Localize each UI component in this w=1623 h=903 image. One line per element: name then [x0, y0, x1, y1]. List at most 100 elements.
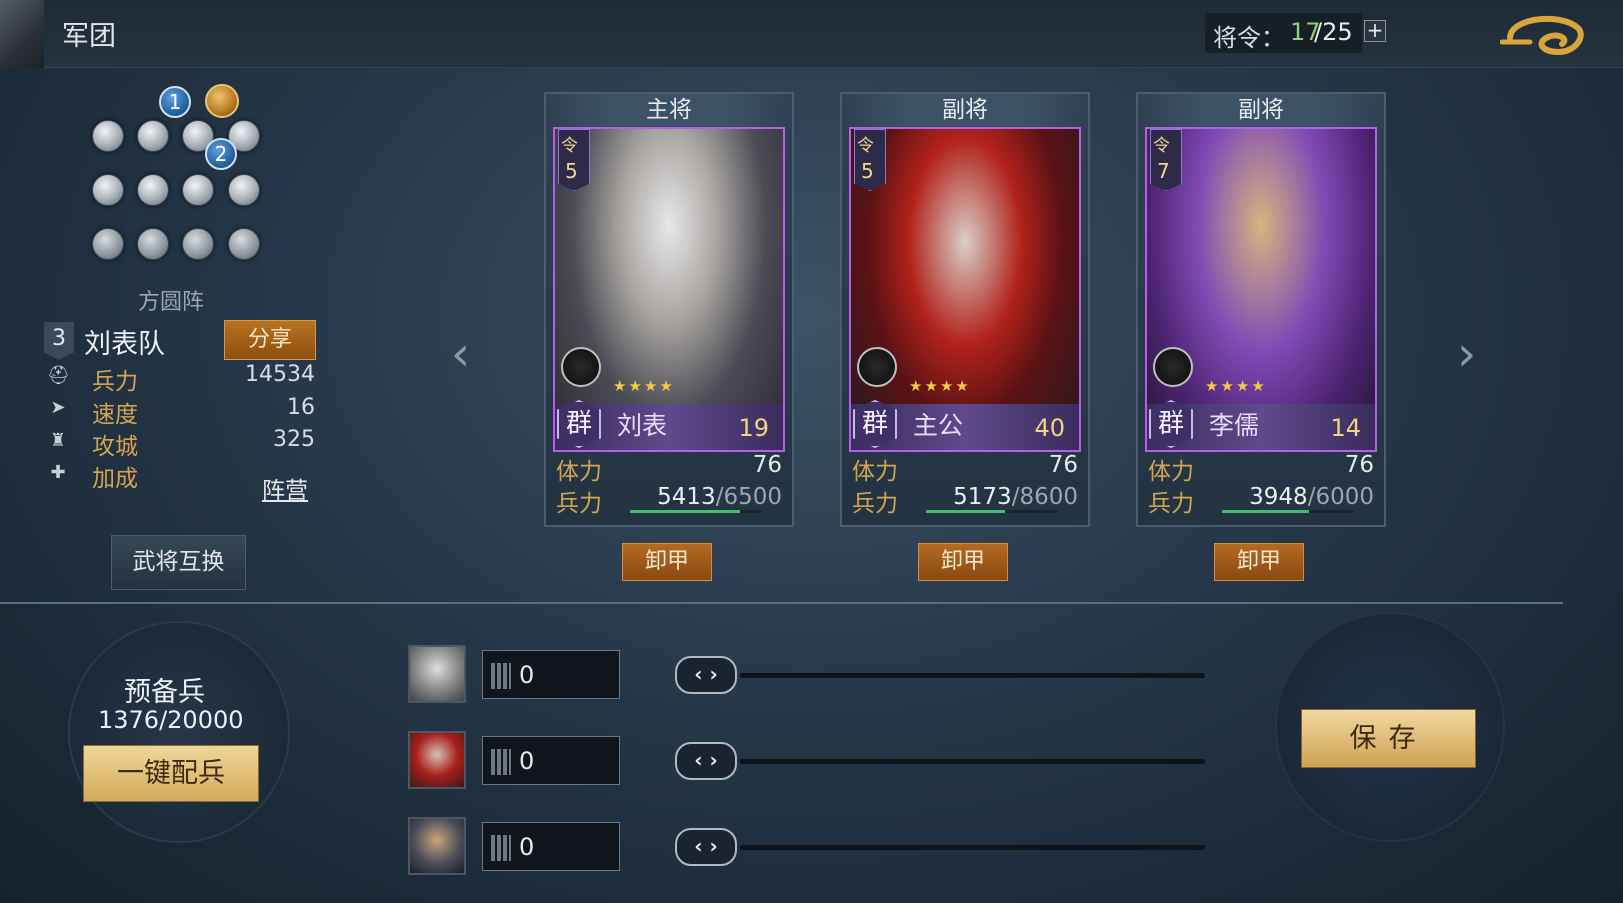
spear-weapon-icon [561, 347, 601, 387]
general-card-vice-1[interactable]: 副将 令 5 ★★★★ 群 主公 40 体力 76 兵力 5173/8600 [840, 92, 1090, 527]
stat-value-siege: 325 [273, 427, 315, 452]
slider-handle[interactable]: ‹ › [675, 828, 737, 866]
card-role-label: 主将 [546, 94, 792, 127]
general-portrait[interactable]: 令 5 ★★★★ 群 刘表 19 [553, 127, 785, 452]
add-orders-button[interactable]: + [1364, 20, 1386, 42]
team-number-badge: 3 [44, 322, 74, 360]
stat-label-troops: 兵力 [92, 369, 138, 395]
troops-row: 兵力 5173/8600 [842, 484, 1088, 517]
troops-current: 3948 [1249, 484, 1308, 510]
slider-handle[interactable]: ‹ › [675, 656, 737, 694]
dragon-emblem-icon [0, 0, 44, 68]
faction-badge: 群 [1149, 400, 1193, 448]
troops-bar-fill [1222, 510, 1310, 513]
troop-quantity-input[interactable]: 0 [482, 822, 620, 871]
troop-quantity-input[interactable]: 0 [482, 650, 620, 699]
formation-slot-cavalry-icon[interactable] [137, 228, 169, 260]
helmet-icon: ⛑ [47, 365, 70, 386]
quantity-value: 0 [519, 833, 535, 861]
leader-badge-icon [205, 84, 239, 118]
cost-value: 5 [861, 159, 874, 183]
troops-label: 兵力 [556, 491, 602, 517]
troops-bar-fill [926, 510, 1006, 513]
spear-weapon-icon [1153, 347, 1193, 387]
formation-slot-spear-icon[interactable] [182, 174, 214, 206]
faction-badge: 群 [853, 400, 897, 448]
siege-icon: ♜ [49, 430, 67, 451]
cost-char: 令 [1153, 136, 1170, 156]
unequip-button[interactable]: 卸甲 [1214, 543, 1304, 581]
unequip-button[interactable]: 卸甲 [622, 543, 712, 581]
formation-slot-cavalry-icon[interactable] [92, 228, 124, 260]
troops-max: /6000 [1307, 484, 1374, 510]
cost-value: 7 [1157, 159, 1170, 183]
prev-arrow-icon[interactable]: ‹ [451, 326, 470, 382]
slider-track[interactable] [740, 759, 1205, 764]
back-dragon-icon[interactable] [1500, 8, 1588, 60]
formation-slot-spear-icon[interactable] [92, 120, 124, 152]
stamina-row: 体力 76 [842, 452, 1088, 485]
troops-current: 5413 [657, 484, 716, 510]
calculator-icon[interactable] [491, 835, 511, 861]
card-role-label: 副将 [1138, 94, 1384, 127]
quantity-value: 0 [519, 747, 535, 775]
position-badge-2: 2 [205, 138, 237, 170]
page-title: 军团 [62, 21, 116, 52]
troops-value: 5413/6500 [657, 484, 782, 510]
stat-value-speed: 16 [287, 395, 315, 420]
stat-label-siege: 攻城 [92, 434, 138, 460]
troops-label: 兵力 [852, 491, 898, 517]
general-thumbnail [408, 731, 466, 789]
save-button[interactable]: 保存 [1301, 709, 1476, 768]
slider-handle[interactable]: ‹ › [675, 742, 737, 780]
troops-max: /8600 [1011, 484, 1078, 510]
star-rating: ★★★★ [1205, 377, 1267, 395]
troops-bar [926, 510, 1058, 513]
general-level: 14 [1330, 414, 1361, 442]
next-arrow-icon[interactable]: › [1457, 326, 1476, 382]
unequip-button[interactable]: 卸甲 [918, 543, 1008, 581]
general-name: 李儒 [1209, 411, 1260, 440]
formation-slot-cavalry-icon[interactable] [182, 228, 214, 260]
formation-slot-spear-icon[interactable] [137, 174, 169, 206]
stamina-label: 体力 [556, 459, 602, 485]
formation-slot-cavalry-icon[interactable] [228, 228, 260, 260]
general-card-main[interactable]: 主将 令 5 ★★★★ 群 刘表 19 体力 76 兵力 5413/6500 [544, 92, 794, 527]
general-name: 主公 [913, 411, 964, 440]
troops-row: 兵力 3948/6000 [1138, 484, 1384, 517]
slider-track[interactable] [740, 845, 1205, 850]
camp-bonus-link[interactable]: 阵营 [262, 471, 308, 505]
general-thumbnail [408, 817, 466, 875]
troops-current: 5173 [953, 484, 1012, 510]
auto-assign-button[interactable]: 一键配兵 [83, 745, 259, 802]
faction-badge: 群 [557, 400, 601, 448]
general-portrait[interactable]: 令 7 ★★★★ 群 李儒 14 [1145, 127, 1377, 452]
plus-icon: ✚ [50, 462, 66, 483]
orders-max: /25 [1314, 18, 1353, 46]
general-level: 40 [1034, 414, 1065, 442]
share-button[interactable]: 分享 [224, 320, 316, 360]
troops-value: 3948/6000 [1249, 484, 1374, 510]
star-rating: ★★★★ [909, 377, 971, 395]
stamina-value: 76 [752, 452, 782, 478]
formation-slot-spear-icon[interactable] [228, 174, 260, 206]
stamina-label: 体力 [1148, 459, 1194, 485]
calculator-icon[interactable] [491, 749, 511, 775]
troops-row: 兵力 5413/6500 [546, 484, 792, 517]
stamina-row: 体力 76 [1138, 452, 1384, 485]
general-card-vice-2[interactable]: 副将 令 7 ★★★★ 群 李儒 14 体力 76 兵力 3948/6000 [1136, 92, 1386, 527]
stat-value-troops: 14534 [245, 362, 315, 387]
calculator-icon[interactable] [491, 663, 511, 689]
troop-quantity-input[interactable]: 0 [482, 736, 620, 785]
formation-slot-spear-icon[interactable] [137, 120, 169, 152]
reserve-title: 预备兵 [124, 677, 205, 708]
swap-generals-button[interactable]: 武将互换 [111, 535, 246, 590]
troops-max: /6500 [715, 484, 782, 510]
formation-slot-spear-icon[interactable] [92, 174, 124, 206]
star-rating: ★★★★ [613, 377, 675, 395]
cost-char: 令 [561, 136, 578, 156]
card-role-label: 副将 [842, 94, 1088, 127]
formation-name[interactable]: 方圆阵 [138, 284, 204, 316]
general-portrait[interactable]: 令 5 ★★★★ 群 主公 40 [849, 127, 1081, 452]
slider-track[interactable] [740, 673, 1205, 678]
